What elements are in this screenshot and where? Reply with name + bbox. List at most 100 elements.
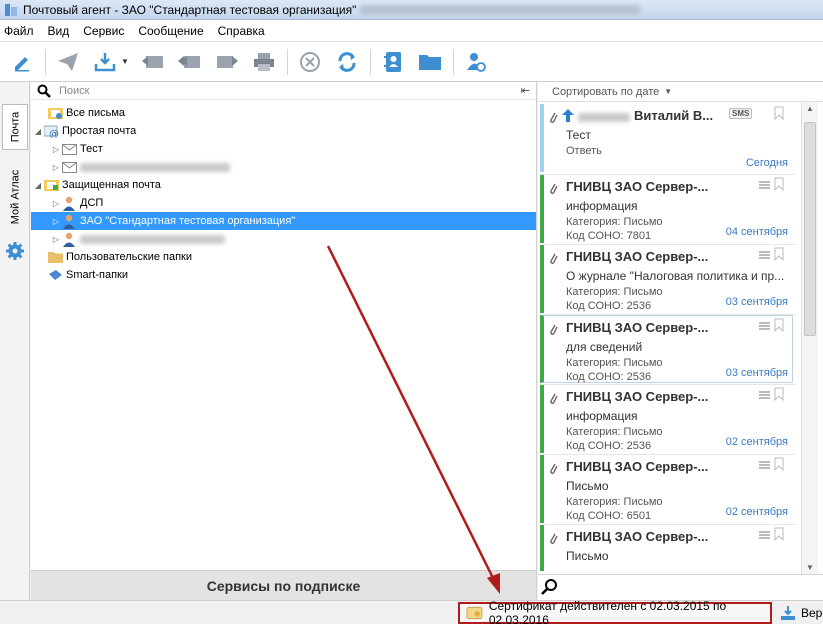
title-bar: Почтовый агент - ЗАО "Стандартная тестов… bbox=[0, 0, 823, 20]
settings-button[interactable] bbox=[2, 238, 28, 264]
at-mail-icon: @ bbox=[43, 124, 59, 138]
tree-all-mail[interactable]: Все письма bbox=[31, 104, 536, 122]
collapse-triangle-icon[interactable]: ◢ bbox=[33, 127, 43, 136]
receive-button[interactable] bbox=[91, 48, 119, 76]
folder-button[interactable] bbox=[416, 48, 444, 76]
menu-service[interactable]: Сервис bbox=[83, 24, 124, 38]
contacts-icon bbox=[384, 51, 401, 72]
tree-dsp[interactable]: ▷ ДСП bbox=[31, 194, 536, 212]
collapse-pane-icon[interactable]: ⇤ bbox=[521, 84, 530, 97]
user-icon bbox=[61, 232, 77, 247]
message-date: 03 сентября bbox=[725, 296, 788, 308]
search-input[interactable]: Поиск bbox=[59, 85, 89, 97]
expand-triangle-icon[interactable]: ▷ bbox=[51, 235, 61, 244]
menu-message[interactable]: Сообщение bbox=[138, 24, 203, 38]
paper-plane-icon bbox=[58, 52, 78, 71]
bookmark-icon[interactable] bbox=[774, 387, 784, 401]
certificate-status[interactable]: Сертификат действителен с 02.03.2015 по … bbox=[458, 599, 772, 624]
message-subject: для сведений bbox=[566, 340, 643, 354]
status-bar: Сертификат действителен с 02.03.2015 по … bbox=[0, 599, 823, 624]
sort-dropdown[interactable]: Сортировать по дате ▼ bbox=[538, 82, 823, 102]
menu-help[interactable]: Справка bbox=[218, 24, 265, 38]
tree-smart-folders[interactable]: Smart-папки bbox=[31, 266, 536, 284]
collapse-triangle-icon[interactable]: ◢ bbox=[33, 181, 43, 190]
message-item[interactable]: ГНИВЦ ЗАО Сервер-... О журнале "Налогова… bbox=[540, 245, 792, 313]
message-item[interactable]: ГНИВЦ ЗАО Сервер-... для сведений Катего… bbox=[540, 315, 793, 383]
message-date: 04 сентября bbox=[725, 226, 788, 238]
bookmark-icon[interactable] bbox=[774, 318, 784, 332]
send-button[interactable] bbox=[54, 48, 82, 76]
vertical-sidebar: Почта Мой Атлас bbox=[0, 82, 30, 600]
hamburger-menu-icon[interactable] bbox=[759, 391, 770, 399]
forward-button[interactable] bbox=[213, 48, 241, 76]
expand-triangle-icon[interactable]: ▷ bbox=[51, 163, 61, 172]
hamburger-menu-icon[interactable] bbox=[759, 531, 770, 539]
tree-org-selected[interactable]: ▷ ЗАО "Стандартная тестовая организация" bbox=[31, 212, 536, 230]
tree-user-folders[interactable]: Пользовательские папки bbox=[31, 248, 536, 266]
expand-triangle-icon[interactable]: ▷ bbox=[51, 199, 61, 208]
expand-triangle-icon[interactable]: ▷ bbox=[51, 217, 61, 226]
message-item[interactable]: ГНИВЦ ЗАО Сервер-... Письмо Категория: П… bbox=[540, 455, 792, 523]
hamburger-menu-icon[interactable] bbox=[759, 251, 770, 259]
hamburger-menu-icon[interactable] bbox=[759, 461, 770, 469]
delete-button[interactable] bbox=[296, 48, 324, 76]
reply-button[interactable] bbox=[139, 48, 167, 76]
tab-mail[interactable]: Почта bbox=[2, 104, 28, 150]
menu-file[interactable]: Файл bbox=[4, 24, 34, 38]
tree-blurred-account[interactable]: ▷ bbox=[31, 158, 536, 176]
message-sender: Виталий В... bbox=[634, 108, 714, 123]
tree-blurred-user[interactable]: ▷ bbox=[31, 230, 536, 248]
priority-up-arrow-icon bbox=[562, 109, 574, 122]
paperclip-icon bbox=[550, 533, 558, 544]
message-list-scrollbar[interactable]: ▲ ▼ bbox=[801, 102, 818, 574]
expand-triangle-icon[interactable]: ▷ bbox=[51, 145, 61, 154]
message-sono-code: Код СОНО: 6501 bbox=[566, 510, 652, 522]
bookmark-icon[interactable] bbox=[774, 527, 784, 541]
folder-icon bbox=[47, 250, 63, 264]
message-date: 02 сентября bbox=[725, 506, 788, 518]
version-info[interactable]: Версия bbox=[780, 605, 823, 621]
refresh-button[interactable] bbox=[333, 48, 361, 76]
message-item[interactable]: ГНИВЦ ЗАО Сервер-... информация Категори… bbox=[540, 175, 792, 243]
receive-dropdown-icon[interactable]: ▼ bbox=[121, 57, 129, 66]
message-category: Категория: Письмо bbox=[566, 286, 663, 298]
message-sender: ГНИВЦ ЗАО Сервер-... bbox=[566, 389, 709, 404]
message-item[interactable]: ГНИВЦ ЗАО Сервер-... информация Категори… bbox=[540, 385, 792, 453]
gear-icon bbox=[6, 242, 24, 260]
search-icon[interactable] bbox=[37, 84, 51, 98]
message-sender: ГНИВЦ ЗАО Сервер-... bbox=[566, 179, 709, 194]
subscription-services-button[interactable]: Сервисы по подписке bbox=[31, 570, 536, 600]
scroll-up-icon[interactable]: ▲ bbox=[806, 104, 814, 113]
bookmark-icon[interactable] bbox=[774, 106, 784, 120]
message-item[interactable]: ГНИВЦ ЗАО Сервер-... Письмо bbox=[540, 525, 792, 571]
bookmark-icon[interactable] bbox=[774, 247, 784, 261]
print-button[interactable] bbox=[250, 48, 278, 76]
bookmark-icon[interactable] bbox=[774, 177, 784, 191]
user-sync-button[interactable] bbox=[462, 48, 490, 76]
blurred-title-suffix bbox=[360, 4, 641, 15]
tree-secure-mail[interactable]: ◢ Защищенная почта bbox=[31, 176, 536, 194]
envelope-icon bbox=[61, 160, 77, 174]
reply-all-button[interactable] bbox=[176, 48, 204, 76]
scroll-down-icon[interactable]: ▼ bbox=[806, 563, 814, 572]
search-advanced-icon[interactable] bbox=[541, 578, 559, 596]
scrollbar-thumb[interactable] bbox=[804, 122, 816, 336]
message-date: 03 сентября bbox=[725, 367, 788, 379]
compose-button[interactable] bbox=[8, 48, 36, 76]
message-subject: информация bbox=[566, 409, 638, 423]
paperclip-icon bbox=[550, 183, 558, 194]
hamburger-menu-icon[interactable] bbox=[759, 322, 770, 330]
message-item[interactable]: Виталий В... SMS Тест Ответь Сегодня bbox=[540, 104, 792, 172]
toolbar-separator bbox=[287, 48, 288, 75]
menu-view[interactable]: Вид bbox=[48, 24, 70, 38]
address-book-button[interactable] bbox=[379, 48, 407, 76]
pencil-icon bbox=[15, 56, 29, 71]
hamburger-menu-icon[interactable] bbox=[759, 181, 770, 189]
refresh-icon bbox=[338, 51, 356, 72]
tab-my-atlas[interactable]: Мой Атлас bbox=[2, 164, 28, 230]
bookmark-icon[interactable] bbox=[774, 457, 784, 471]
tree-simple-mail[interactable]: ◢ @ Простая почта bbox=[31, 122, 536, 140]
message-category: Категория: Письмо bbox=[566, 357, 663, 369]
message-sono-code: Код СОНО: 2536 bbox=[566, 300, 652, 312]
tree-test[interactable]: ▷ Тест bbox=[31, 140, 536, 158]
